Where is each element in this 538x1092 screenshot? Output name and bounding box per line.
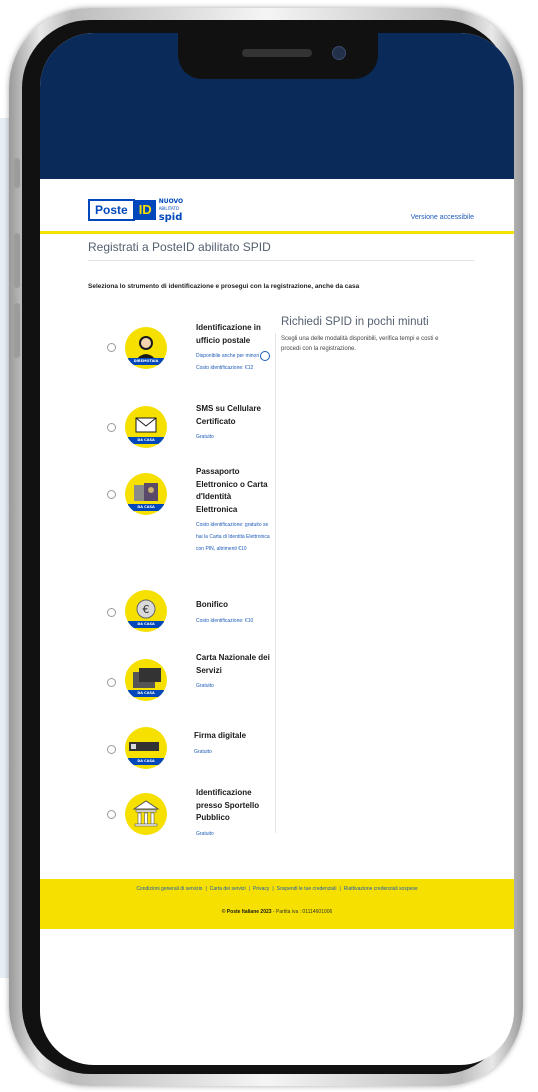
- radio-ufficio-postale[interactable]: [107, 343, 116, 352]
- option-title: Passaporto Elettronico o Carta d'Identit…: [196, 467, 268, 514]
- phone-volume-up-button: [14, 233, 20, 288]
- radio-sms-cellulare[interactable]: [107, 423, 116, 432]
- right-panel-heading: Richiedi SPID in pochi minuti: [281, 316, 429, 328]
- public-building-icon: [125, 793, 167, 835]
- option-text: Identificazione in ufficio postale Dispo…: [196, 322, 272, 374]
- front-camera-icon: [332, 46, 346, 60]
- instruction-text: Seleziona lo strumento di identificazion…: [88, 283, 360, 290]
- option-badge: DA CASA: [128, 758, 164, 765]
- accessible-version-link[interactable]: Versione accessibile: [411, 214, 474, 221]
- option-desc: Gratuito: [196, 434, 214, 440]
- option-badge: DA CASA: [128, 504, 164, 511]
- svg-text:€: €: [143, 603, 150, 616]
- radio-firma-digitale[interactable]: [107, 745, 116, 754]
- option-title: Carta Nazionale dei Servizi: [196, 653, 270, 675]
- phone-mute-switch: [14, 158, 20, 188]
- option-badge: DA CASA: [128, 621, 164, 628]
- option-text: Identificazione presso Sportello Pubblic…: [196, 787, 272, 840]
- option-desc: Gratuito: [194, 748, 212, 755]
- posteid-spid-logo[interactable]: Poste ID NUOVO ABILITATO spid: [88, 198, 183, 223]
- option-title: SMS su Cellulare Certificato: [196, 404, 261, 426]
- copyright-text: © Poste Italiane 2023: [221, 909, 272, 915]
- footer-link-privacy[interactable]: Privacy: [253, 886, 269, 892]
- footer-links: Condizioni generali di servizio | Carta de…: [70, 885, 484, 894]
- option-badge: DA CASA: [128, 437, 164, 444]
- usb-key-icon: DA CASA: [125, 727, 167, 769]
- logo-spid-mark: NUOVO ABILITATO spid: [159, 198, 183, 223]
- option-text: Bonifico Costo identificazione: €10: [196, 599, 272, 627]
- logo-nuovo-text: NUOVO: [158, 197, 184, 205]
- site-header: Poste ID NUOVO ABILITATO spid Versione a…: [40, 179, 514, 234]
- footer-separator: |: [272, 886, 274, 892]
- title-divider: [88, 260, 474, 261]
- footer-link-riattivazione[interactable]: Riattivazione credenziali sospese: [344, 886, 418, 892]
- option-desc: Gratuito: [196, 830, 214, 837]
- option-text: Firma digitale Gratuito: [194, 730, 270, 758]
- option-firma-digitale[interactable]: DA CASA Firma digitale Gratuito: [40, 727, 275, 778]
- option-desc: Costo identificazione: gratuito se hai l…: [196, 522, 270, 552]
- option-sportello-pubblico[interactable]: Identificazione presso Sportello Pubblic…: [40, 788, 275, 848]
- info-icon[interactable]: [260, 350, 271, 361]
- option-text: SMS su Cellulare Certificato Gratuito: [196, 403, 272, 443]
- vat-text: - Partita iva : 01114601006: [271, 909, 333, 915]
- option-bonifico[interactable]: € DA CASA Bonifico Costo identificazione…: [40, 590, 275, 643]
- option-badge: DIREMOTAIA: [128, 358, 164, 365]
- radio-bonifico[interactable]: [107, 608, 116, 617]
- logo-id-text: ID: [134, 200, 156, 220]
- option-title: Bonifico: [196, 600, 228, 609]
- envelope-phone-icon: DA CASA: [125, 406, 167, 448]
- euro-coin-icon: € DA CASA: [125, 590, 167, 632]
- column-divider: [275, 333, 276, 833]
- option-sms-cellulare[interactable]: DA CASA SMS su Cellulare Certificato Gra…: [40, 403, 275, 463]
- radio-carta-nazionale-servizi[interactable]: [107, 678, 116, 687]
- option-desc: Costo identificazione: €10: [196, 617, 254, 624]
- radio-passaporto-cie[interactable]: [107, 490, 116, 499]
- phone-screen: Poste ID NUOVO ABILITATO spid Versione a…: [40, 33, 514, 1065]
- option-ufficio-postale[interactable]: DIREMOTAIA Identificazione in ufficio po…: [40, 318, 275, 388]
- option-badge: DA CASA: [128, 690, 164, 697]
- site-footer: Condizioni generali di servizio | Carta de…: [40, 879, 514, 929]
- radio-sportello-pubblico[interactable]: [107, 810, 116, 819]
- footer-separator: |: [248, 886, 250, 892]
- smart-card-reader-icon: DA CASA: [125, 659, 167, 701]
- footer-copyright: © Poste Italiane 2023 - Partita iva : 01…: [40, 909, 514, 915]
- phone-volume-down-button: [14, 303, 20, 358]
- option-desc: Gratuito: [196, 683, 214, 689]
- page-title: Registrati a PosteID abilitato SPID: [88, 240, 271, 254]
- footer-link-carta-servizi[interactable]: Carta dei servizi: [210, 886, 246, 892]
- right-panel-description: Scegli una delle modalità disponibili, v…: [281, 336, 439, 352]
- logo-abilitato-text: ABILITATO: [158, 205, 179, 211]
- phone-notch: [178, 33, 378, 79]
- option-title: Firma digitale: [194, 731, 247, 740]
- option-carta-nazionale-servizi[interactable]: DA CASA Carta Nazionale dei Servizi Grat…: [40, 653, 275, 718]
- footer-link-sospendi[interactable]: Sospendi le tue credenziali: [277, 886, 337, 892]
- logo-spid-text: spid: [158, 211, 183, 223]
- speaker-grille: [242, 49, 312, 57]
- option-text: Carta Nazionale dei Servizi Gratuito: [196, 652, 272, 692]
- passport-id-card-icon: DA CASA: [125, 473, 167, 515]
- status-bar-area: [40, 33, 514, 179]
- logo-poste-text: Poste: [88, 199, 135, 221]
- footer-separator: |: [339, 886, 341, 892]
- option-text: Passaporto Elettronico o Carta d'Identit…: [196, 466, 272, 555]
- option-passaporto-cie[interactable]: DA CASA Passaporto Elettronico o Carta d…: [40, 467, 275, 590]
- footer-separator: |: [205, 886, 207, 892]
- person-at-counter-icon: DIREMOTAIA: [125, 327, 167, 369]
- option-cost: Costo identificazione: €12: [196, 365, 254, 371]
- footer-link-condizioni[interactable]: Condizioni generali di servizio: [136, 886, 202, 892]
- option-title: Identificazione presso Sportello Pubblic…: [196, 788, 260, 822]
- option-desc: Disponibile anche per minori: [196, 350, 272, 362]
- option-title: Identificazione in ufficio postale: [196, 323, 261, 345]
